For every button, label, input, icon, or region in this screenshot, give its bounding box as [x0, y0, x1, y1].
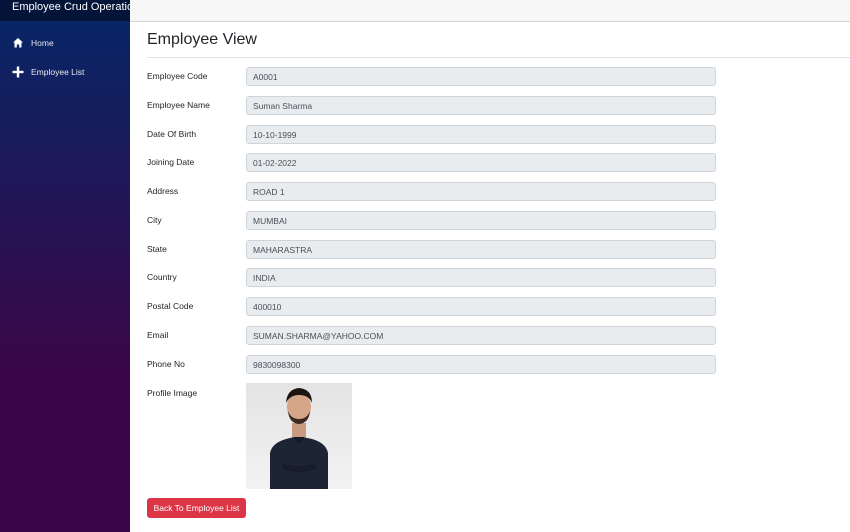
date-of-birth-label: Date Of Birth — [147, 129, 197, 139]
postal-code-label: Postal Code — [147, 301, 194, 311]
app-title[interactable]: Employee Crud Operations — [0, 0, 145, 21]
phone-no-label: Phone No — [147, 359, 185, 369]
city-row: City — [147, 211, 729, 232]
city-field[interactable] — [246, 211, 716, 230]
email-label: Email — [147, 330, 169, 340]
postal-code-field[interactable] — [246, 297, 716, 316]
sidebar-item-label: Home — [31, 38, 54, 48]
sidebar: Employee Crud Operations Home Employee L… — [0, 0, 145, 532]
state-field[interactable] — [246, 240, 716, 259]
email-row: Email — [147, 326, 729, 347]
top-bar — [130, 0, 850, 22]
back-to-employee-list-button[interactable]: Back To Employee List — [147, 498, 246, 518]
address-row: Address — [147, 182, 729, 203]
city-label: City — [147, 215, 162, 225]
sidebar-item-home[interactable]: Home — [12, 37, 54, 49]
joining-date-row: Joining Date — [147, 153, 729, 174]
employee-name-label: Employee Name — [147, 100, 210, 110]
home-icon — [12, 37, 24, 49]
joining-date-field[interactable] — [246, 153, 716, 172]
date-of-birth-field[interactable] — [246, 125, 716, 144]
employee-code-field[interactable] — [246, 67, 716, 86]
employee-code-row: Employee Code — [147, 67, 729, 88]
sidebar-item-label: Employee List — [31, 67, 85, 77]
address-label: Address — [147, 186, 179, 196]
joining-date-label: Joining Date — [147, 157, 195, 167]
postal-code-row: Postal Code — [147, 297, 729, 318]
email-field[interactable] — [246, 326, 716, 345]
state-label: State — [147, 244, 167, 254]
employee-code-label: Employee Code — [147, 71, 208, 81]
country-row: Country — [147, 268, 729, 289]
plus-icon — [12, 66, 24, 78]
date-of-birth-row: Date Of Birth — [147, 125, 729, 146]
profile-image — [246, 383, 352, 489]
address-field[interactable] — [246, 182, 716, 201]
country-field[interactable] — [246, 268, 716, 287]
profile-image-label: Profile Image — [147, 388, 198, 398]
employee-name-field[interactable] — [246, 96, 716, 115]
country-label: Country — [147, 272, 177, 282]
phone-no-row: Phone No — [147, 355, 729, 376]
employee-name-row: Employee Name — [147, 96, 729, 117]
page-title: Employee View — [147, 31, 257, 48]
phone-no-field[interactable] — [246, 355, 716, 374]
state-row: State — [147, 240, 729, 261]
sidebar-item-employee-list[interactable]: Employee List — [12, 66, 84, 78]
title-divider — [147, 57, 850, 58]
